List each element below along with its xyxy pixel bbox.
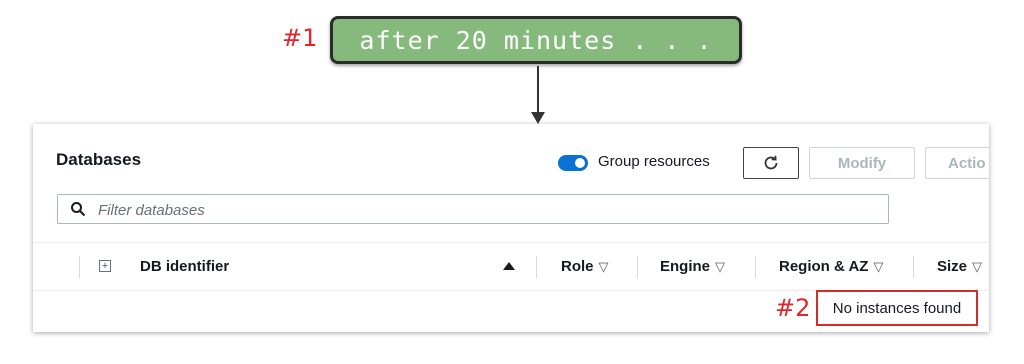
toggle-knob: [575, 158, 585, 168]
column-header-db-identifier[interactable]: DB identifier: [140, 258, 229, 275]
group-resources-toggle[interactable]: [558, 155, 588, 171]
column-separator: [637, 256, 638, 278]
column-separator: [536, 256, 537, 278]
page-title: Databases: [56, 150, 142, 169]
banner-text: after 20 minutes . . .: [359, 25, 713, 55]
column-separator: [913, 256, 914, 278]
column-header-engine[interactable]: Engine ▽: [660, 258, 725, 275]
engine-label: Engine: [660, 258, 711, 275]
table-header-top-border: [33, 242, 989, 243]
filter-databases-input[interactable]: [96, 199, 860, 221]
actions-button[interactable]: Actio: [925, 147, 989, 179]
refresh-button[interactable]: [743, 147, 799, 179]
refresh-icon: [764, 155, 778, 170]
down-arrow-line: [537, 66, 539, 114]
modify-button[interactable]: Modify: [809, 147, 915, 179]
sort-ascending-icon[interactable]: [503, 262, 515, 270]
size-label: Size: [937, 258, 968, 275]
filter-icon: ▽: [972, 259, 983, 274]
search-icon: [71, 202, 86, 217]
filter-databases-field[interactable]: [57, 194, 889, 224]
time-annotation-banner: after 20 minutes . . .: [330, 16, 742, 64]
column-separator: [79, 256, 80, 278]
down-arrow-icon: [531, 112, 545, 124]
step-1-label: #1: [282, 24, 318, 52]
region-az-label: Region & AZ: [779, 258, 869, 275]
filter-icon: ▽: [598, 259, 609, 274]
filter-icon: ▽: [715, 259, 726, 274]
column-header-region-az[interactable]: Region & AZ ▽: [779, 258, 883, 275]
expand-icon[interactable]: +: [99, 260, 111, 272]
column-separator: [755, 256, 756, 278]
step-2-label: #2: [775, 294, 811, 322]
filter-icon: ▽: [873, 259, 884, 274]
group-resources-label: Group resources: [598, 153, 710, 170]
column-header-role[interactable]: Role ▽: [561, 258, 609, 275]
databases-panel: Databases Group resources Modify Actio +…: [33, 124, 989, 332]
column-header-size[interactable]: Size ▽: [937, 258, 982, 275]
empty-state-message: No instances found: [816, 290, 978, 326]
role-label: Role: [561, 258, 594, 275]
